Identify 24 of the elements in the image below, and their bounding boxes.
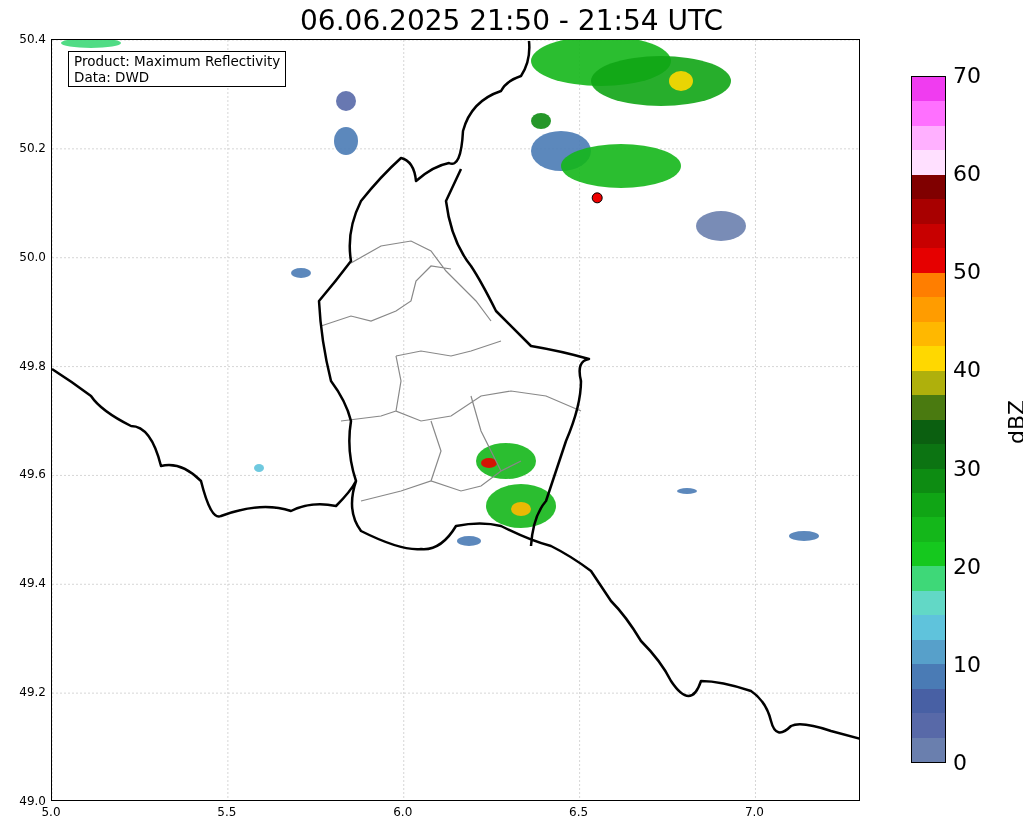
- colorbar-tick-label: 50: [953, 259, 981, 286]
- colorbar-tick-label: 10: [953, 651, 981, 678]
- y-tick-label: 50.2: [19, 140, 46, 155]
- colorbar-tick-label: 40: [953, 357, 981, 384]
- legend-text: Data: DWD: [74, 69, 151, 85]
- x-tick-label: 7.0: [744, 805, 764, 819]
- x-tick-label: 6.0: [393, 805, 413, 819]
- colorbar-tick-label: 0: [953, 750, 967, 776]
- y-tick-label: 49.8: [19, 358, 46, 373]
- y-tick-label: 49.4: [19, 576, 46, 591]
- y-tick-label: 50.4: [19, 32, 46, 46]
- legend-text: Product: Maximum Reflectivity: [74, 53, 281, 69]
- y-tick-label: 49.6: [19, 467, 46, 482]
- y-tick-label: 49.0: [19, 794, 46, 808]
- x-tick-label: 6.5: [569, 805, 589, 819]
- chart-title: 06.06.2025 21:50 - 21:54 UTC: [300, 3, 723, 39]
- y-tick-label: 49.2: [19, 685, 46, 700]
- colorbar-tick-label: 20: [953, 553, 981, 580]
- x-tick-label: 5.0: [41, 805, 61, 819]
- colorbar-tick-label: 30: [953, 455, 981, 482]
- y-tick-label: 50.0: [19, 249, 46, 264]
- colorbar-tick-label: 60: [953, 161, 981, 188]
- colorbar-tick-label: 70: [953, 63, 981, 89]
- x-tick-label: 5.5: [217, 805, 237, 819]
